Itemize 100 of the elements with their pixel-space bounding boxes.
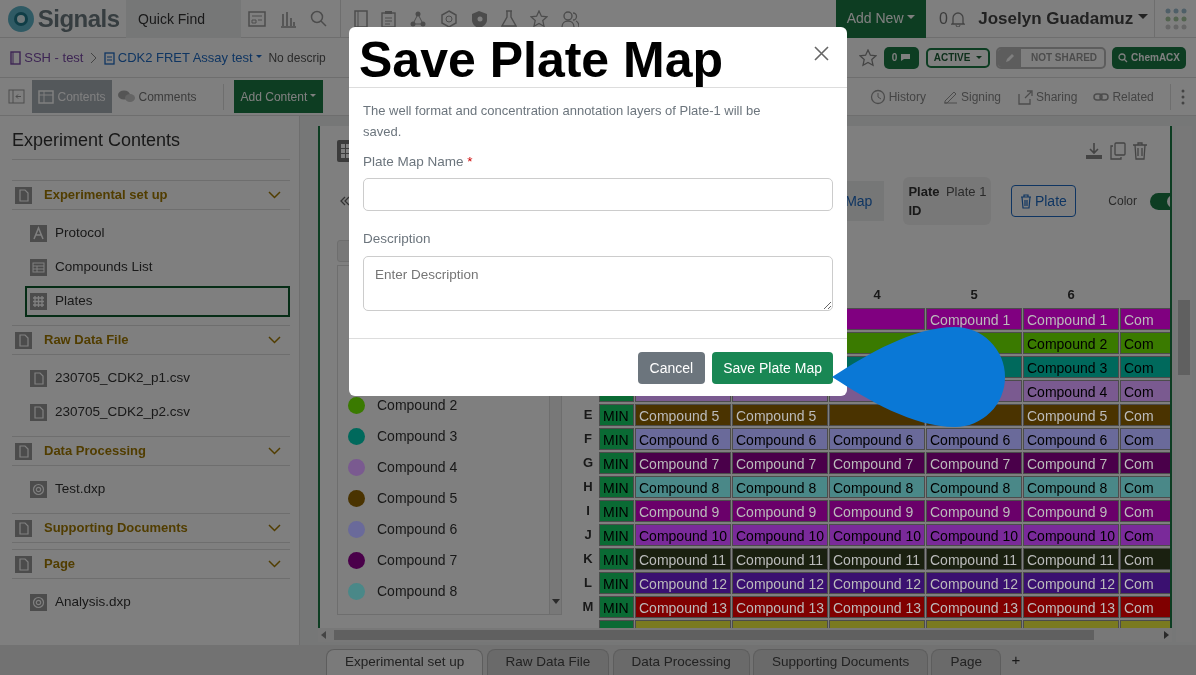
well-cell[interactable]: Compound 2 <box>1023 332 1119 354</box>
well-cell[interactable]: Compound 6 <box>1023 428 1119 450</box>
well-cell[interactable]: Compound 13 <box>732 596 828 618</box>
download-icon[interactable] <box>1085 142 1103 160</box>
sidebar-item[interactable]: Protocol <box>25 218 290 249</box>
well-cell[interactable]: Com <box>1120 356 1170 378</box>
page-tab[interactable]: Raw Data File <box>486 649 610 675</box>
well-cell[interactable]: MIN <box>599 404 634 426</box>
flask-icon[interactable] <box>500 9 517 28</box>
notebook-icon[interactable] <box>353 9 368 28</box>
well-cell[interactable]: Compound 7 <box>635 452 731 474</box>
clipboard-icon[interactable] <box>380 9 396 28</box>
chevron-down-icon[interactable] <box>267 447 281 455</box>
well-cell[interactable]: Compound 6 <box>926 428 1022 450</box>
well-cell[interactable]: Compound 1 <box>926 308 1022 330</box>
toolbar-action[interactable]: Related <box>1093 87 1154 106</box>
well-cell[interactable]: Compound 10 <box>732 524 828 546</box>
well-cell[interactable]: MIN <box>599 476 634 498</box>
well-cell[interactable]: MIN <box>599 524 634 546</box>
trash-icon[interactable] <box>1132 142 1148 160</box>
toolbar-action[interactable]: Signing <box>941 87 1001 106</box>
well-cell[interactable]: Compound 13 <box>829 596 925 618</box>
save-button[interactable]: Save Plate Map <box>712 352 833 384</box>
scroll-right-icon[interactable] <box>1163 631 1169 639</box>
well-cell[interactable]: Compound 1 <box>1023 308 1119 330</box>
experiment-link[interactable]: CDK2 FRET Assay test <box>117 47 262 68</box>
well-cell[interactable]: Compound 5 <box>732 404 828 426</box>
well-cell[interactable]: Compound 5 <box>1023 404 1119 426</box>
toolbar-action[interactable]: History <box>869 87 926 106</box>
well-cell[interactable]: Com <box>1120 308 1170 330</box>
well-cell[interactable]: MIN <box>599 428 634 450</box>
well-cell[interactable]: Compound 9 <box>732 500 828 522</box>
well-cell[interactable]: Compound 11 <box>732 548 828 570</box>
brand-name[interactable]: Signals <box>37 0 120 37</box>
well-cell[interactable]: MIN <box>599 572 634 594</box>
star-icon[interactable] <box>859 48 878 67</box>
well-cell[interactable]: Com <box>1120 380 1170 402</box>
well-cell[interactable]: Com <box>1120 332 1170 354</box>
description-field[interactable]: Enter Description <box>363 255 833 311</box>
well-cell[interactable]: Compound 6 <box>732 428 828 450</box>
collapse-panel-icon[interactable] <box>8 89 25 104</box>
sidebar-item[interactable]: Analysis.dxp <box>25 587 290 618</box>
toolbar-action[interactable]: Sharing <box>1017 87 1078 106</box>
bar-chart-icon[interactable] <box>278 9 297 28</box>
well-cell[interactable]: Compound 8 <box>635 476 731 498</box>
double-chevron-left-icon[interactable] <box>340 196 350 206</box>
well-cell[interactable]: MIN <box>599 500 634 522</box>
well-cell[interactable]: Compound 4 <box>1023 380 1119 402</box>
well-cell[interactable]: Com <box>1120 428 1170 450</box>
well-cell[interactable]: Compound 12 <box>1023 572 1119 594</box>
plate-map-name-field[interactable] <box>363 178 833 212</box>
star-icon[interactable] <box>529 9 548 28</box>
well-cell[interactable]: Compound 11 <box>1023 548 1119 570</box>
add-new-button[interactable]: Add New <box>835 0 927 38</box>
comments-badge[interactable]: 0 <box>883 46 920 69</box>
hexagon-icon[interactable] <box>439 9 458 28</box>
status-dropdown[interactable]: ACTIVE <box>925 47 990 68</box>
dashboard-icon[interactable] <box>247 9 266 28</box>
page-tab[interactable]: Data Processing <box>612 649 750 675</box>
section-header[interactable]: Raw Data File <box>44 330 256 350</box>
page-tab[interactable]: Supporting Documents <box>752 649 929 675</box>
well-cell[interactable]: Compound 12 <box>732 572 828 594</box>
well-cell[interactable]: Compound 8 <box>926 476 1022 498</box>
chevron-down-icon[interactable] <box>267 524 281 532</box>
well-cell[interactable]: Compound 9 <box>635 500 731 522</box>
well-cell[interactable]: MIN <box>599 548 634 570</box>
well-cell[interactable]: Com <box>1120 596 1170 618</box>
well-cell[interactable]: Compound 8 <box>732 476 828 498</box>
section-header[interactable]: Supporting Documents <box>44 518 256 538</box>
toolbar-tab[interactable]: Comments <box>111 80 203 113</box>
apps-grid-icon[interactable] <box>1164 7 1187 30</box>
user-menu[interactable]: Joselyn Guadamuz <box>978 5 1148 32</box>
users-icon[interactable] <box>560 9 579 28</box>
well-cell[interactable]: Compound 12 <box>926 572 1022 594</box>
add-tab-button[interactable]: + <box>1011 649 1021 672</box>
add-content-button[interactable]: Add Content <box>233 80 324 113</box>
well-cell[interactable]: Compound 9 <box>829 500 925 522</box>
well-cell[interactable]: Compound 10 <box>635 524 731 546</box>
well-cell[interactable]: MIN <box>599 452 634 474</box>
chevron-down-icon[interactable] <box>267 560 281 568</box>
well-cell[interactable]: Compound 11 <box>635 548 731 570</box>
more-options-icon[interactable] <box>1180 88 1185 105</box>
well-cell[interactable]: Compound 6 <box>635 428 731 450</box>
well-cell[interactable]: Compound 7 <box>829 452 925 474</box>
well-cell[interactable]: Compound 13 <box>1023 596 1119 618</box>
bell-icon[interactable] <box>951 10 966 27</box>
well-cell[interactable]: Compound 11 <box>829 548 925 570</box>
sidebar-item[interactable]: Compounds List <box>25 252 290 283</box>
well-cell[interactable]: Compound 10 <box>1023 524 1119 546</box>
well-cell[interactable]: Com <box>1120 404 1170 426</box>
scroll-left-icon[interactable] <box>321 631 327 639</box>
delete-plate-button[interactable]: Plate <box>1010 185 1076 217</box>
page-tab[interactable]: Experimental set up <box>326 649 484 675</box>
well-cell[interactable]: Com <box>1120 452 1170 474</box>
copy-icon[interactable] <box>1109 142 1126 160</box>
well-cell[interactable]: Compound 8 <box>1023 476 1119 498</box>
well-cell[interactable]: MIN <box>599 596 634 618</box>
close-icon[interactable] <box>814 46 829 61</box>
section-header[interactable]: Page <box>44 554 256 574</box>
cancel-button[interactable]: Cancel <box>637 352 706 384</box>
